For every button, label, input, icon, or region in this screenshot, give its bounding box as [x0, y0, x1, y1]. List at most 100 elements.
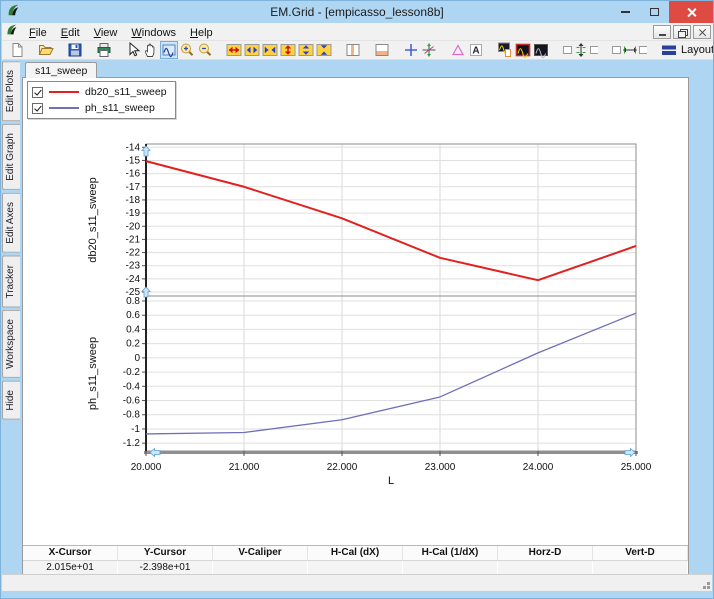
mdi-restore-button[interactable]: [673, 25, 691, 39]
graph-marker-icon[interactable]: [496, 41, 514, 59]
legend-label: db20_s11_sweep: [85, 86, 167, 98]
mdi-restore-icon: [678, 28, 688, 38]
mdi-close-icon: [698, 28, 706, 36]
title-bar: EM.Grid - [empicasso_lesson8b]: [1, 1, 713, 23]
sidebar-tab-edit-graph[interactable]: Edit Graph: [2, 124, 20, 191]
cursor-table-value-cell: 2.015e+01: [23, 560, 118, 574]
pan-hand-icon[interactable]: [142, 41, 160, 59]
compress-x-icon[interactable]: [261, 41, 279, 59]
svg-text:0.2: 0.2: [126, 339, 140, 350]
tracker-icon[interactable]: [420, 41, 438, 59]
svg-text:-0.2: -0.2: [123, 367, 141, 378]
tab-s11-sweep[interactable]: s11_sweep: [25, 62, 98, 78]
legend-entry: db20_s11_sweep: [32, 84, 167, 100]
expand-x-icon[interactable]: [243, 41, 261, 59]
chart-canvas[interactable]: db20_s11_sweep ph_s11_sweep -14 -15 -16 -17 -…: [23, 78, 688, 545]
legend-checkbox[interactable]: [32, 102, 43, 114]
sidebar-tab-edit-axes[interactable]: Edit Axes: [2, 193, 20, 253]
caliper-icon[interactable]: [449, 41, 467, 59]
svg-text:-0.4: -0.4: [123, 381, 141, 392]
sidebar-tab-hide[interactable]: Hide: [2, 381, 20, 420]
menu-help[interactable]: Help: [183, 26, 220, 40]
legend: db20_s11_sweep ph_s11_sweep: [27, 81, 176, 119]
sidebar-tab-workspace[interactable]: Workspace: [2, 310, 20, 379]
svg-text:-15: -15: [126, 155, 141, 166]
app-window: EM.Grid - [empicasso_lesson8b] File Edit V…: [0, 0, 714, 599]
mdi-minimize-icon: [658, 33, 666, 36]
layout-label: Layout: [681, 44, 714, 56]
align-vertical-icon[interactable]: [561, 41, 599, 59]
check-icon: [33, 87, 42, 95]
text-label-icon[interactable]: A: [467, 41, 485, 59]
cursor-table-header-cell: X-Cursor: [23, 546, 118, 560]
sidebar: Edit Plots Edit Graph Edit Axes Tracker Work…: [2, 61, 22, 420]
resize-grip[interactable]: [707, 586, 710, 589]
svg-text:A: A: [472, 46, 479, 57]
close-icon: [686, 7, 697, 18]
save-icon[interactable]: [66, 41, 84, 59]
menu-file[interactable]: File: [22, 26, 54, 40]
fit-x-icon[interactable]: [225, 41, 243, 59]
cursor-table-value-cell: [308, 560, 403, 574]
close-button[interactable]: [669, 1, 713, 23]
split-rows-icon[interactable]: [373, 41, 391, 59]
svg-text:L: L: [388, 475, 394, 487]
zoom-window-icon[interactable]: [160, 41, 178, 59]
svg-text:20.000: 20.000: [131, 462, 162, 473]
tab-bar: s11_sweep: [22, 60, 689, 78]
expand-y-icon[interactable]: [297, 41, 315, 59]
check-icon: [33, 103, 42, 111]
cursor-table: X-Cursor Y-Cursor V-Caliper H-Cal (dX) H-Cal…: [23, 545, 688, 574]
svg-text:-1.2: -1.2: [123, 438, 141, 449]
legend-line-swatch: [49, 107, 79, 109]
cursor-table-header-cell: Vert-D: [593, 546, 688, 560]
svg-text:21.000: 21.000: [229, 462, 260, 473]
maximize-icon: [650, 8, 659, 16]
graph-plain-icon[interactable]: [532, 41, 550, 59]
svg-text:-0.6: -0.6: [123, 396, 141, 407]
layout-dropdown[interactable]: Layout: [662, 43, 714, 57]
chart[interactable]: -14-15-16-17-18-19-20-21-22-23-24-250.80…: [23, 78, 688, 545]
svg-text:db20_s11_sweep: db20_s11_sweep: [87, 177, 99, 262]
svg-text:-17: -17: [126, 182, 141, 193]
document-area: s11_sweep db20_s11_sweep ph_s11_sweep -14…: [22, 60, 689, 575]
svg-text:25.000: 25.000: [621, 462, 652, 473]
split-columns-icon[interactable]: [344, 41, 362, 59]
cursor-cross-icon[interactable]: [402, 41, 420, 59]
layout-icon: [662, 45, 676, 55]
svg-text:0.8: 0.8: [126, 296, 140, 307]
legend-label: ph_s11_sweep: [85, 102, 155, 114]
graph-red-icon[interactable]: [514, 41, 532, 59]
new-file-icon[interactable]: [8, 41, 26, 59]
align-horizontal-icon[interactable]: [610, 41, 648, 59]
svg-text:-19: -19: [126, 208, 141, 219]
sidebar-tab-tracker[interactable]: Tracker: [2, 255, 20, 308]
cursor-table-header-cell: Horz-D: [498, 546, 593, 560]
sidebar-tab-edit-plots[interactable]: Edit Plots: [2, 61, 20, 122]
compress-y-icon[interactable]: [315, 41, 333, 59]
open-file-icon[interactable]: [37, 41, 55, 59]
pointer-icon[interactable]: [124, 41, 142, 59]
mdi-controls: [653, 25, 711, 39]
minimize-button[interactable]: [611, 1, 640, 23]
menu-edit[interactable]: Edit: [54, 26, 87, 40]
minimize-icon: [621, 11, 630, 13]
fit-y-icon[interactable]: [279, 41, 297, 59]
svg-text:-0.8: -0.8: [123, 410, 141, 421]
svg-text:24.000: 24.000: [523, 462, 554, 473]
menu-items: File Edit View Windows Help: [22, 23, 220, 41]
menu-view[interactable]: View: [87, 26, 125, 40]
cursor-table-value-cell: [593, 560, 688, 574]
menu-windows[interactable]: Windows: [124, 26, 183, 40]
svg-text:-24: -24: [126, 274, 141, 285]
legend-checkbox[interactable]: [32, 86, 43, 98]
maximize-button[interactable]: [640, 1, 669, 23]
svg-text:0: 0: [134, 353, 140, 364]
zoom-in-icon[interactable]: [178, 41, 196, 59]
svg-text:-18: -18: [126, 195, 141, 206]
zoom-out-icon[interactable]: [196, 41, 214, 59]
cursor-table-header-cell: H-Cal (1/dX): [403, 546, 498, 560]
print-icon[interactable]: [95, 41, 113, 59]
mdi-close-button[interactable]: [693, 25, 711, 39]
mdi-minimize-button[interactable]: [653, 25, 671, 39]
